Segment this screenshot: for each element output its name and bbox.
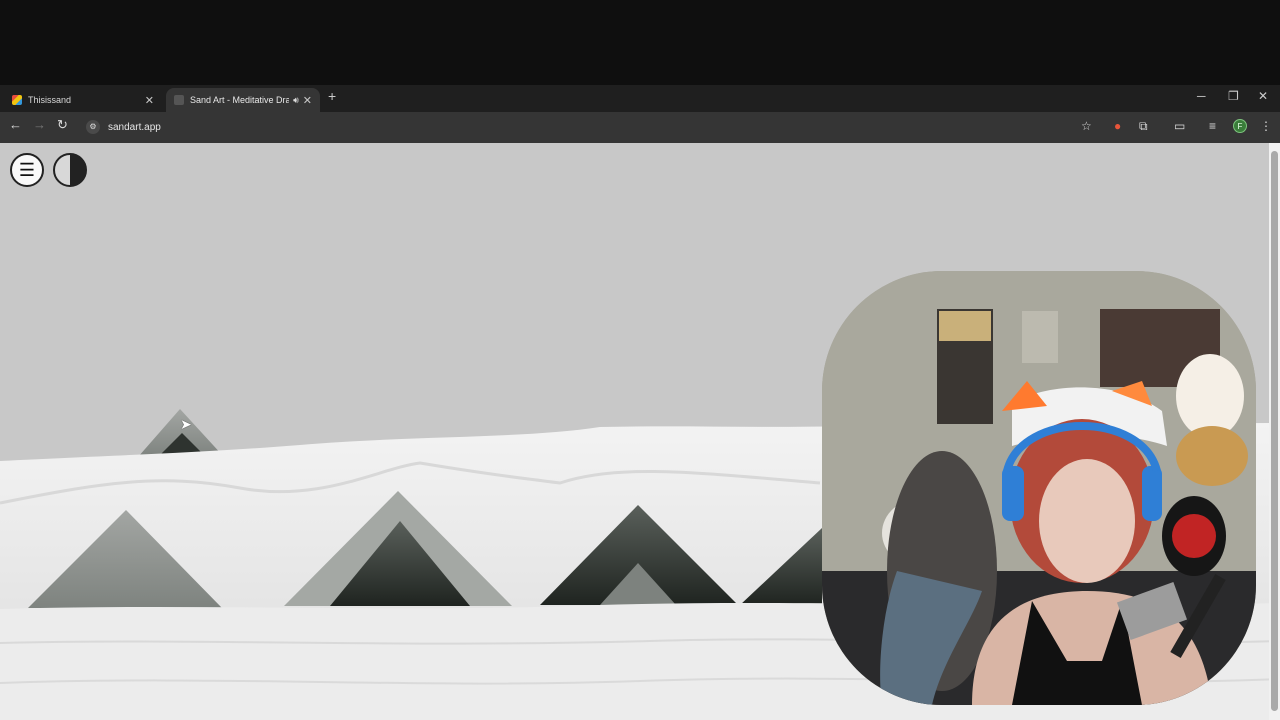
forward-icon[interactable]: → bbox=[33, 117, 46, 132]
tab-title: Sand Art - Meditative Drawing bbox=[190, 95, 290, 105]
page-scrollbar[interactable] bbox=[1269, 143, 1280, 720]
menu-dots-icon[interactable]: ⋮ bbox=[1260, 119, 1272, 133]
tab-sand-art[interactable]: Sand Art - Meditative Drawing 🔊︎ ✕ bbox=[166, 88, 320, 112]
profile-avatar[interactable]: F bbox=[1233, 119, 1247, 133]
new-tab-icon[interactable]: + bbox=[328, 88, 336, 104]
media-control-icon[interactable]: ≡ bbox=[1209, 119, 1216, 133]
plush-toy bbox=[1176, 354, 1244, 438]
address-bar[interactable]: ⚙ sandart.app bbox=[80, 116, 1100, 138]
tab-title: Thisissand bbox=[28, 95, 72, 105]
tab-close-icon[interactable]: ✕ bbox=[145, 94, 154, 107]
back-icon[interactable]: ← bbox=[9, 117, 22, 132]
close-window-icon[interactable]: ✕ bbox=[1258, 89, 1268, 103]
fox-extension-icon[interactable]: ● bbox=[1114, 119, 1121, 133]
headset-icon bbox=[1002, 466, 1024, 521]
star-icon[interactable]: ☆ bbox=[1081, 119, 1092, 133]
url-text: sandart.app bbox=[108, 121, 161, 133]
streamer-webcam bbox=[822, 271, 1256, 705]
tab-thisissand[interactable]: Thisissand ✕ bbox=[4, 88, 162, 112]
extension-icon[interactable]: ⧉ bbox=[1139, 119, 1148, 134]
reload-icon[interactable]: ↻ bbox=[57, 117, 68, 133]
face bbox=[1039, 459, 1135, 583]
screen-share-icon[interactable]: ▭ bbox=[1174, 119, 1185, 133]
sandart-favicon-icon bbox=[174, 95, 184, 105]
speaker-icon[interactable]: 🔊︎ bbox=[293, 95, 299, 106]
minimize-icon[interactable]: ─ bbox=[1197, 89, 1206, 103]
tab-strip: Thisissand ✕ Sand Art - Meditative Drawi… bbox=[0, 85, 1280, 112]
restore-icon[interactable]: ❐ bbox=[1228, 89, 1239, 103]
tab-close-icon[interactable]: ✕ bbox=[303, 94, 312, 107]
webcam-scene bbox=[822, 271, 1256, 705]
site-info-icon[interactable]: ⚙ bbox=[86, 120, 100, 134]
thisissand-favicon-icon bbox=[12, 95, 22, 105]
hamburger-icon[interactable]: ☰ bbox=[10, 153, 44, 187]
mouse-cursor-icon: ➤ bbox=[180, 416, 192, 432]
contrast-icon[interactable] bbox=[53, 153, 87, 187]
screen-top-bar bbox=[0, 0, 1280, 85]
scrollbar-thumb[interactable] bbox=[1271, 151, 1278, 711]
